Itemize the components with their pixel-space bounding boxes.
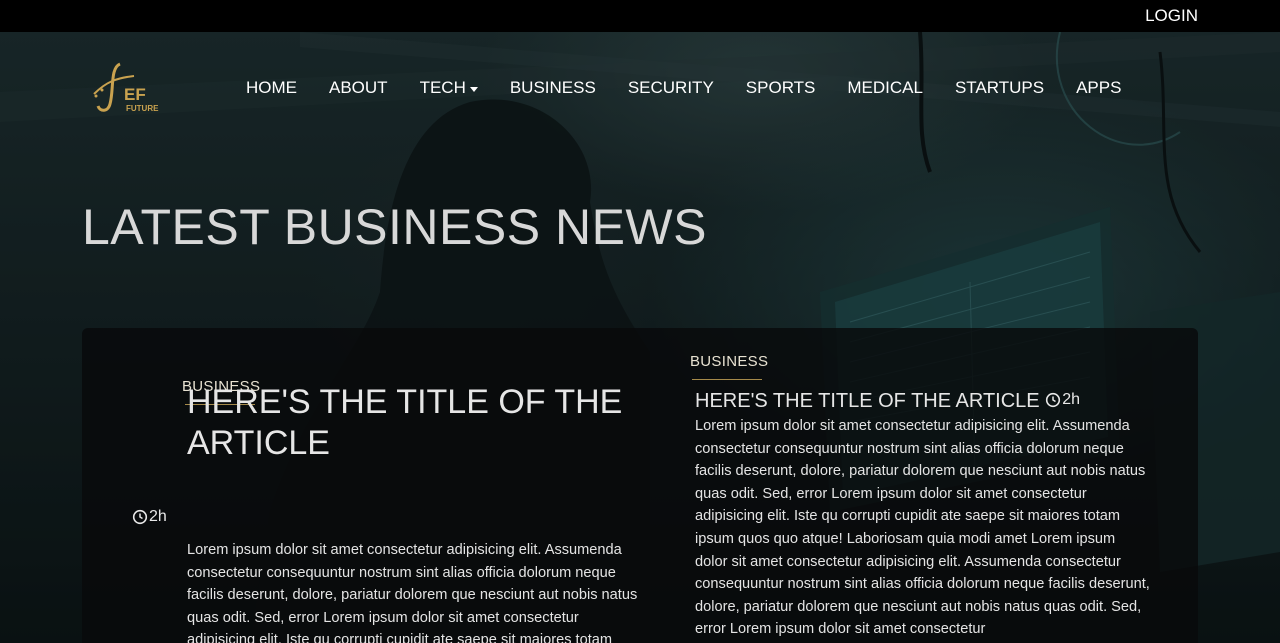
secondary-title-row: HERE'S THE TITLE OF THE ARTICLE 2h (695, 390, 1080, 413)
nav-label: ABOUT (329, 78, 388, 97)
page-title: LATEST BUSINESS NEWS (82, 199, 707, 255)
clock-icon (1046, 392, 1061, 408)
nav-item-about[interactable]: ABOUT (313, 78, 404, 98)
top-bar: LOGIN (0, 0, 1280, 32)
nav-label: BUSINESS (509, 78, 596, 97)
secondary-category-underline (692, 379, 762, 380)
featured-time-label: 2h (149, 508, 167, 525)
logo-icon: EF FUTURE (93, 62, 159, 113)
main-nav: HOME ABOUT TECH BUSINESS SECURITY SPORTS… (230, 78, 1137, 98)
nav-label: SECURITY (627, 78, 714, 97)
secondary-body: Lorem ipsum dolor sit amet consectetur a… (695, 418, 1150, 638)
nav-label: MEDICAL (847, 78, 923, 97)
secondary-category[interactable]: BUSINESS (690, 353, 768, 370)
nav-label: STARTUPS (954, 78, 1045, 97)
featured-body: Lorem ipsum dolor sit amet consectetur a… (187, 542, 638, 643)
featured-title[interactable]: HERE'S THE TITLE OF THE ARTICLE (187, 382, 657, 464)
nav-item-sports[interactable]: SPORTS (730, 78, 832, 98)
brand-logo[interactable]: EF FUTURE (90, 60, 170, 116)
nav-item-security[interactable]: SECURITY (612, 78, 730, 98)
logo-text: EF (124, 85, 146, 104)
nav-item-apps[interactable]: APPS (1060, 78, 1137, 98)
featured-time: 2h (132, 508, 167, 526)
caret-down-icon (469, 86, 478, 92)
nav-label: APPS (1076, 78, 1122, 97)
nav-item-tech[interactable]: TECH (404, 78, 494, 98)
logo-subtext: FUTURE (126, 104, 159, 113)
nav-label: HOME (246, 78, 297, 97)
nav-item-startups[interactable]: STARTUPS (939, 78, 1060, 98)
nav-item-home[interactable]: HOME (230, 78, 313, 98)
clock-icon (132, 509, 148, 525)
secondary-time-label: 2h (1062, 391, 1081, 408)
login-link[interactable]: LOGIN (1145, 6, 1198, 26)
nav-item-medical[interactable]: MEDICAL (831, 78, 939, 98)
secondary-time: 2h (1045, 391, 1080, 409)
nav-label: SPORTS (745, 78, 816, 97)
secondary-title[interactable]: HERE'S THE TITLE OF THE ARTICLE (695, 390, 1040, 412)
nav-label: TECH (419, 78, 466, 97)
nav-item-business[interactable]: BUSINESS (494, 78, 612, 98)
